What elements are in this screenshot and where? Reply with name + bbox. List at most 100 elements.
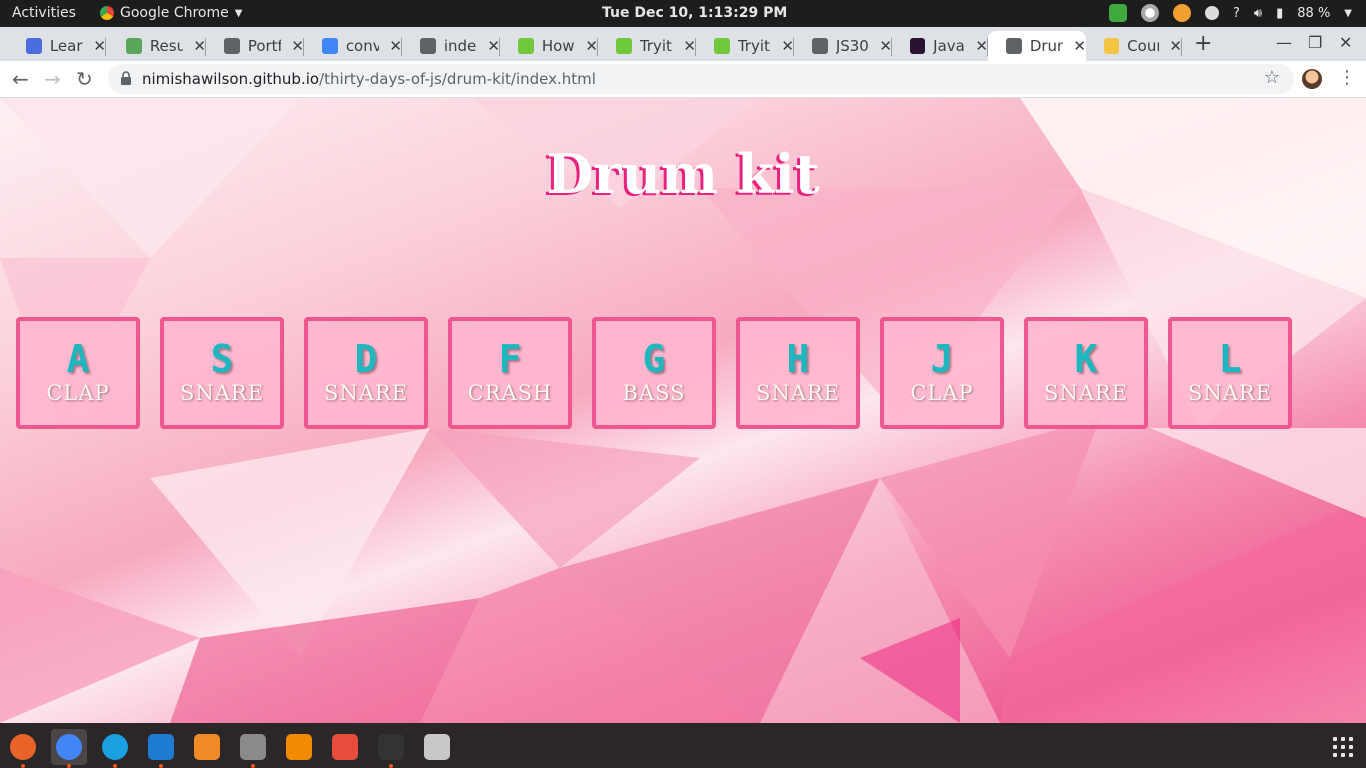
battery-icon[interactable]: ▮	[1276, 6, 1283, 21]
tab-title: Tryit	[639, 37, 672, 55]
tab[interactable]: Drun ✕	[988, 31, 1086, 61]
pidgin-icon[interactable]	[1173, 4, 1191, 22]
crown-icon	[1104, 38, 1120, 54]
key-letter: S	[210, 337, 234, 381]
tab[interactable]: JS30 ✕	[794, 31, 892, 61]
question-icon[interactable]: ?	[1233, 6, 1240, 21]
tab[interactable]: index ✕	[402, 31, 500, 61]
lock-icon	[121, 71, 131, 85]
sound-name: SNARE	[1187, 381, 1273, 405]
running-indicator	[67, 764, 71, 768]
drum-key-d[interactable]: D SNARE	[304, 317, 428, 429]
new-tab-button[interactable]: +	[1194, 31, 1212, 56]
tab[interactable]: Learn ✕	[8, 31, 106, 61]
globe-icon	[224, 38, 240, 54]
dock-git[interactable]	[327, 729, 363, 765]
running-indicator	[389, 764, 393, 768]
tab[interactable]: Tryit ✕	[598, 31, 696, 61]
dock-firefox[interactable]	[5, 729, 41, 768]
tab[interactable]: conve ✕	[304, 31, 402, 61]
drum-key-l[interactable]: L SNARE	[1168, 317, 1292, 429]
dock-terminal[interactable]	[373, 729, 409, 768]
globe-icon	[1006, 38, 1022, 54]
dock-skype[interactable]	[97, 729, 133, 768]
dock-vscode[interactable]	[143, 729, 179, 768]
close-tab-icon[interactable]: ✕	[1073, 37, 1086, 55]
close-tab-icon[interactable]: ✕	[683, 37, 696, 55]
close-tab-icon[interactable]: ✕	[879, 37, 892, 55]
close-tab-icon[interactable]: ✕	[975, 37, 988, 55]
close-tab-icon[interactable]: ✕	[781, 37, 794, 55]
tab-strip: Learn✕Resu✕Portf✕conve✕index✕How✕Tryit✕T…	[0, 27, 1366, 61]
clock[interactable]: Tue Dec 10, 1:13:29 PM	[602, 5, 787, 21]
close-tab-icon[interactable]: ✕	[389, 37, 402, 55]
back-icon[interactable]: ←	[12, 67, 29, 91]
forward-icon[interactable]: →	[44, 67, 61, 91]
tab[interactable]: Cour ✕	[1086, 31, 1182, 61]
close-tab-icon[interactable]: ✕	[193, 37, 206, 55]
sound-name: SNARE	[1043, 381, 1129, 405]
drum-key-j[interactable]: J CLAP	[880, 317, 1004, 429]
volume-icon[interactable]: 🔊︎	[1254, 6, 1262, 21]
page-title: Drum kit	[546, 142, 820, 206]
running-indicator	[251, 764, 255, 768]
close-tab-icon[interactable]: ✕	[1169, 37, 1182, 55]
minimize-button[interactable]: —	[1276, 33, 1292, 52]
address-bar[interactable]: nimishawilson.github.io/thirty-days-of-j…	[108, 64, 1294, 94]
dock-blender[interactable]	[189, 729, 225, 765]
drum-key-k[interactable]: K SNARE	[1024, 317, 1148, 429]
globe-icon	[812, 38, 828, 54]
chrome-menu-icon[interactable]: ⋮	[1338, 67, 1356, 88]
close-tab-icon[interactable]: ✕	[487, 37, 500, 55]
vscode-icon	[148, 734, 174, 760]
key-letter: A	[66, 337, 90, 381]
network-icon[interactable]	[1205, 6, 1219, 20]
close-tab-icon[interactable]: ✕	[585, 37, 598, 55]
drum-key-a[interactable]: A CLAP	[16, 317, 140, 429]
dock-files[interactable]	[235, 729, 271, 768]
key-letter: H	[786, 337, 810, 381]
tab[interactable]: Tryit ✕	[696, 31, 794, 61]
drum-key-h[interactable]: H SNARE	[736, 317, 860, 429]
close-window-button[interactable]: ✕	[1339, 33, 1352, 52]
url-text: nimishawilson.github.io/thirty-days-of-j…	[142, 70, 596, 88]
record-icon[interactable]	[1141, 4, 1159, 22]
drum-key-g[interactable]: G BASS	[592, 317, 716, 429]
reload-icon[interactable]: ↻	[76, 67, 93, 91]
drum-key-f[interactable]: F CRASH	[448, 317, 572, 429]
dock-settings[interactable]	[419, 729, 455, 765]
sound-name: CRASH	[467, 381, 553, 405]
tab-title: Learn	[49, 37, 84, 55]
close-tab-icon[interactable]: ✕	[93, 37, 106, 55]
tab[interactable]: Portf ✕	[206, 31, 304, 61]
activities-button[interactable]: Activities	[12, 5, 76, 21]
dock-chrome[interactable]	[51, 729, 87, 768]
w3schools-icon	[616, 38, 632, 54]
key-letter: J	[930, 337, 954, 381]
close-tab-icon[interactable]: ✕	[291, 37, 304, 55]
docs-icon	[26, 38, 42, 54]
bookmark-star-icon[interactable]: ☆	[1264, 67, 1280, 88]
tab[interactable]: Resu ✕	[108, 31, 206, 61]
battery-level: 88 %	[1297, 5, 1331, 21]
system-tray[interactable]: ? 🔊︎ ▮ 88 % ▼	[1109, 4, 1352, 22]
js30-icon	[910, 38, 926, 54]
dock	[0, 723, 1366, 768]
tab[interactable]: Java ✕	[892, 31, 988, 61]
drum-key-s[interactable]: S SNARE	[160, 317, 284, 429]
chevron-down-icon[interactable]: ▼	[1344, 8, 1352, 19]
app-menu[interactable]: Google Chrome ▼	[100, 5, 242, 21]
update-check-icon[interactable]	[1109, 4, 1127, 22]
tab-title: conve	[345, 37, 380, 55]
profile-avatar[interactable]	[1302, 69, 1322, 89]
sound-name: SNARE	[179, 381, 265, 405]
terminal-icon	[378, 734, 404, 760]
google-icon	[322, 38, 338, 54]
restore-button[interactable]: ❐	[1308, 33, 1322, 52]
tab[interactable]: How ✕	[500, 31, 598, 61]
dock-vlc[interactable]	[281, 729, 317, 765]
show-applications-icon[interactable]	[1333, 737, 1353, 757]
settings-icon	[424, 734, 450, 760]
key-letter: L	[1218, 337, 1242, 381]
tab-title: How	[541, 37, 575, 55]
